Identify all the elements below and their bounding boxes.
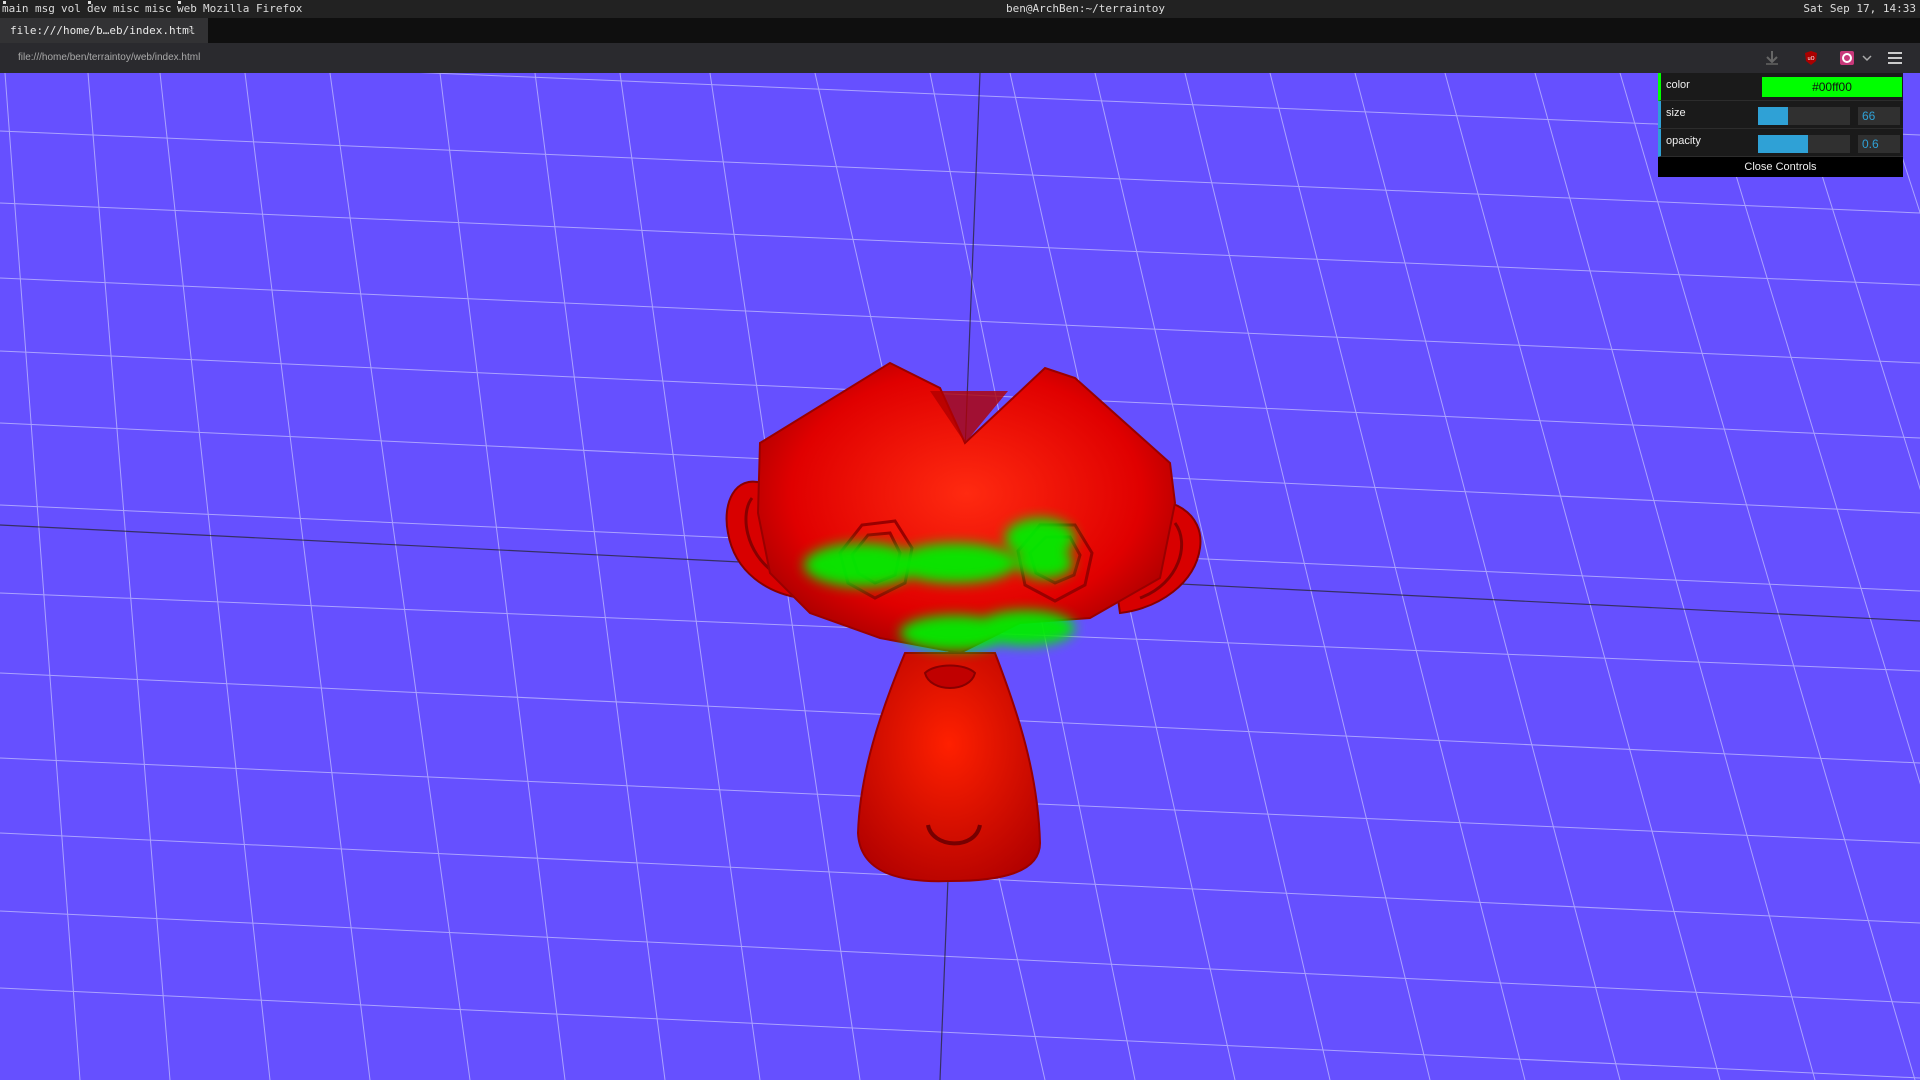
opacity-label: opacity [1666, 135, 1701, 147]
extension-icon[interactable] [1836, 48, 1858, 68]
close-controls-button[interactable]: Close Controls [1658, 157, 1903, 177]
size-label: size [1666, 107, 1686, 119]
ublock-icon[interactable]: uO [1800, 48, 1822, 68]
size-control: size 66 [1658, 101, 1903, 129]
hamburger-menu-icon[interactable] [1884, 48, 1906, 68]
tab-bar: file:///home/b…eb/index.html × [0, 18, 1920, 43]
workspace-misc-2[interactable]: misc [145, 0, 172, 18]
workspace-msg[interactable]: msg [35, 0, 55, 18]
tab-title: file:///home/b…eb/index.html [10, 24, 196, 37]
workspace-main[interactable]: main [2, 0, 29, 18]
size-slider-fill [1758, 107, 1789, 125]
tab-close-icon[interactable]: × [186, 18, 195, 43]
opacity-control: opacity 0.6 [1658, 129, 1903, 157]
size-input[interactable]: 66 [1858, 107, 1900, 125]
system-taskbar: main msg vol dev misc misc web Mozilla F… [0, 0, 1920, 18]
scene-render [0, 73, 1920, 1080]
download-icon[interactable] [1761, 48, 1783, 68]
svg-text:uO: uO [1807, 56, 1814, 62]
active-window-title: Mozilla Firefox [203, 2, 303, 15]
opacity-slider-fill [1758, 135, 1808, 153]
workspace-vol[interactable]: vol [61, 0, 81, 18]
color-label: color [1666, 79, 1690, 91]
url-bar[interactable]: file:///home/ben/terraintoy/web/index.ht… [8, 47, 718, 69]
opacity-input[interactable]: 0.6 [1858, 135, 1900, 153]
color-picker[interactable]: #00ff00 [1762, 77, 1902, 97]
opacity-slider[interactable] [1758, 135, 1850, 153]
chevron-down-icon[interactable] [1860, 48, 1874, 68]
suzanne-mesh [725, 361, 1202, 883]
controls-panel: color #00ff00 size 66 opacity 0.6 Close … [1658, 73, 1903, 177]
color-control: color #00ff00 [1658, 73, 1903, 101]
workspace-dev[interactable]: dev [87, 0, 107, 18]
browser-tab[interactable]: file:///home/b…eb/index.html × [0, 18, 208, 43]
webgl-viewport[interactable] [0, 73, 1920, 1080]
workspace-web[interactable]: web [177, 0, 197, 18]
navigation-toolbar: file:///home/ben/terraintoy/web/index.ht… [0, 43, 1920, 74]
workspace-misc-1[interactable]: misc [113, 0, 140, 18]
clock: Sat Sep 17, 14:33 [1803, 2, 1916, 15]
terminal-title: ben@ArchBen:~/terraintoy [1006, 2, 1165, 15]
size-slider[interactable] [1758, 107, 1850, 125]
